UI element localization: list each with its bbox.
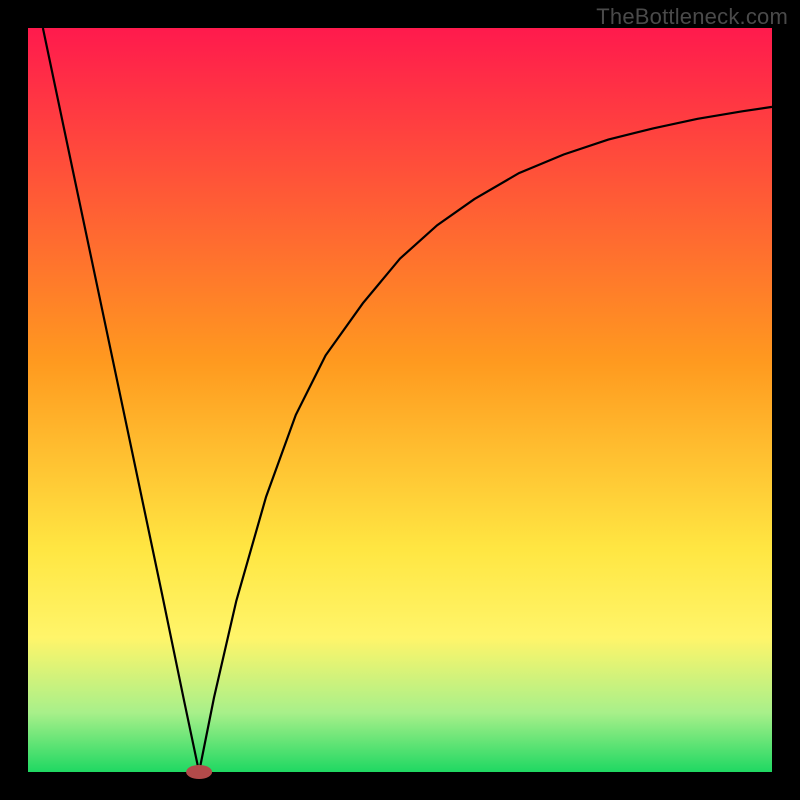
optimal-indicator <box>186 765 212 779</box>
plot-area <box>28 28 772 772</box>
bottleneck-chart <box>0 0 800 800</box>
watermark-text: TheBottleneck.com <box>596 4 788 30</box>
